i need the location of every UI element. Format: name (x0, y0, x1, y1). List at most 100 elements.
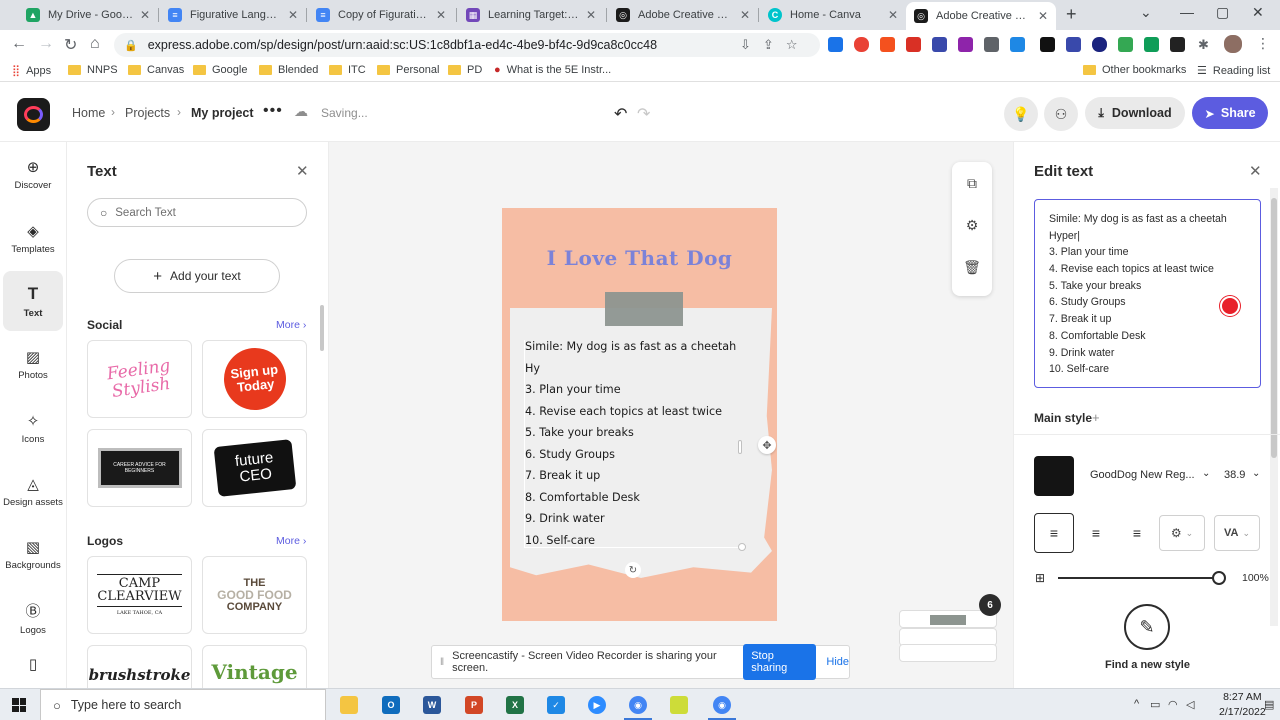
chrome-profile-icon[interactable]: ◉ (713, 696, 731, 714)
align-center-icon[interactable]: ≡ (1076, 513, 1116, 553)
notes-app-icon[interactable]: ✓ (547, 696, 565, 714)
artboard-text-block[interactable]: Simile: My dog is as fast as a cheetah H… (525, 336, 755, 551)
adobe-express-logo[interactable] (17, 98, 50, 131)
wifi-icon[interactable]: ◠ (1168, 698, 1178, 711)
extension-icon[interactable] (854, 37, 869, 52)
opacity-slider-knob[interactable] (1212, 571, 1226, 585)
font-size-dropdown[interactable]: 38.9 (1224, 469, 1245, 481)
bookmark-nnps[interactable]: NNPS (68, 64, 118, 76)
tape-image[interactable] (605, 292, 683, 326)
hide-button[interactable]: Hide (826, 656, 849, 668)
rail-item-design-assets[interactable]: ◬ Design assets (3, 461, 63, 521)
back-icon[interactable]: ← (11, 35, 27, 53)
list-style-dropdown[interactable]: ⚙ ⌄ (1159, 515, 1205, 551)
duplicate-icon[interactable]: ⧉ (952, 162, 992, 204)
bookmark-star-icon[interactable]: ☆ (786, 37, 798, 53)
new-tab-icon[interactable]: + (1066, 4, 1077, 25)
trash-icon[interactable]: 🗑 (952, 246, 992, 288)
extension-icon[interactable] (1092, 37, 1107, 52)
edit-text-field[interactable]: Simile: My dog is as fast as a cheetah H… (1034, 199, 1261, 388)
taskbar-search-input[interactable]: ○ Type here to search (40, 689, 326, 720)
rail-item-photos[interactable]: ▨ Photos (3, 334, 63, 394)
close-icon[interactable]: ✕ (1249, 162, 1262, 180)
magic-wand-icon[interactable]: ✎ (1124, 604, 1170, 650)
grammarly-icon[interactable] (1220, 296, 1240, 316)
logo-template-good-food[interactable]: THE GOOD FOOD COMPANY (202, 556, 307, 634)
taskbar-clock[interactable]: 8:27 AM 2/17/2022 (1219, 690, 1266, 720)
windows-start-icon[interactable] (12, 698, 26, 712)
artboard-title[interactable]: I Love That Dog (502, 246, 777, 270)
extension-icon[interactable] (1066, 37, 1081, 52)
extension-icon[interactable] (880, 37, 895, 52)
outlook-icon[interactable]: O (382, 696, 400, 714)
invite-user-icon[interactable]: ⚇ (1044, 97, 1078, 131)
excel-icon[interactable]: X (506, 696, 524, 714)
logo-template-vintage[interactable]: Vintage (202, 645, 307, 688)
lightbulb-icon[interactable]: 💡 (1004, 97, 1038, 131)
opacity-slider[interactable] (1058, 577, 1218, 579)
rail-item-more[interactable]: ▯ (3, 646, 63, 686)
browser-tab-adobe-express[interactable]: ◎ Adobe Creative Cloud Express ✕ (608, 2, 758, 28)
close-tab-icon[interactable]: ✕ (1038, 9, 1048, 23)
home-icon[interactable]: ⌂ (90, 35, 100, 53)
browser-menu-icon[interactable]: ⋮ (1256, 35, 1271, 51)
file-explorer-icon[interactable] (340, 696, 358, 714)
add-text-button[interactable]: + Add your text (114, 259, 280, 293)
close-icon[interactable]: ✕ (296, 162, 309, 180)
artboard[interactable]: I Love That Dog Simile: My dog is as fas… (502, 208, 777, 621)
bookmark-5e[interactable]: ● What is the 5E Instr... (494, 64, 611, 76)
align-right-icon[interactable]: ≡ (1117, 513, 1157, 553)
browser-tab-adobe-express-active[interactable]: ◎ Adobe Creative Cloud Express ✕ (906, 2, 1056, 30)
bookmark-itc[interactable]: ITC (329, 64, 366, 76)
extension-icon[interactable] (1118, 37, 1133, 52)
extension-icon[interactable] (1040, 37, 1055, 52)
maximize-icon[interactable]: ▢ (1216, 4, 1229, 21)
forward-icon[interactable]: → (38, 35, 54, 53)
chevron-down-icon[interactable]: ⌄ (1252, 468, 1260, 479)
text-color-swatch[interactable] (1034, 456, 1074, 496)
arrange-icon[interactable]: ⚙ (952, 204, 992, 246)
rail-item-icons[interactable]: ✧ Icons (3, 398, 63, 458)
logo-template-camp-clearview[interactable]: CAMP CLEARVIEW LAKE TAHOE, CA (87, 556, 192, 634)
minimize-icon[interactable]: — (1180, 4, 1194, 20)
extension-icon[interactable] (1010, 37, 1025, 52)
close-tab-icon[interactable]: ✕ (436, 8, 446, 22)
drag-handle-icon[interactable]: ‖ (440, 657, 444, 668)
chevron-down-icon[interactable]: ⌄ (1202, 468, 1210, 479)
reload-icon[interactable]: ↻ (64, 35, 77, 55)
edit-panel-scroll-thumb[interactable] (1271, 198, 1277, 458)
chrome-icon[interactable]: ◉ (629, 696, 647, 714)
rail-item-templates[interactable]: ◈ Templates (3, 208, 63, 268)
tab-search-icon[interactable]: ⌄ (1140, 4, 1152, 21)
design-canvas[interactable]: I Love That Dog Simile: My dog is as fas… (329, 142, 1013, 688)
close-tab-icon[interactable]: ✕ (288, 8, 298, 22)
powerpoint-icon[interactable]: P (465, 696, 483, 714)
extension-icon[interactable] (958, 37, 973, 52)
spacing-dropdown[interactable]: VA ⌄ (1214, 515, 1260, 551)
close-tab-icon[interactable]: ✕ (586, 8, 596, 22)
rail-item-logos[interactable]: Ⓑ Logos (3, 588, 63, 648)
address-bar[interactable]: 🔒 express.adobe.com/sp/design/post/urn:a… (114, 33, 820, 57)
breadcrumb-projects[interactable]: Projects (125, 106, 170, 120)
zoom-icon[interactable]: ▶ (588, 696, 606, 714)
close-tab-icon[interactable]: ✕ (888, 8, 898, 22)
breadcrumb-current-project[interactable]: My project (191, 106, 254, 120)
word-icon[interactable]: W (423, 696, 441, 714)
text-template-future-ceo[interactable]: future CEO (202, 429, 307, 507)
resize-handle[interactable] (738, 543, 746, 551)
more-social-link[interactable]: More › (276, 319, 306, 331)
opacity-value[interactable]: 100% (1242, 572, 1269, 584)
extension-icon[interactable] (932, 37, 947, 52)
show-hidden-icons[interactable]: ^ (1134, 698, 1139, 710)
search-text-input[interactable]: ○ Search Text (87, 198, 307, 227)
browser-tab-learning-target[interactable]: ▦ Learning Target: Apply ✕ (458, 2, 604, 28)
browser-tab-google-drive[interactable]: ▲ My Drive - Google Drive ✕ (18, 2, 158, 28)
bookmark-google[interactable]: Google (193, 64, 247, 76)
panel-scrollbar[interactable] (320, 305, 324, 351)
rotate-icon[interactable]: ↻ (625, 562, 641, 578)
volume-icon[interactable]: ◁ (1186, 698, 1194, 711)
reading-list[interactable]: ☰ Reading list (1197, 64, 1270, 78)
notifications-icon[interactable]: ▤ (1264, 698, 1274, 711)
rail-item-backgrounds[interactable]: ▧ Backgrounds (3, 524, 63, 584)
text-template-sign-up-today[interactable]: Sign up Today (202, 340, 307, 418)
